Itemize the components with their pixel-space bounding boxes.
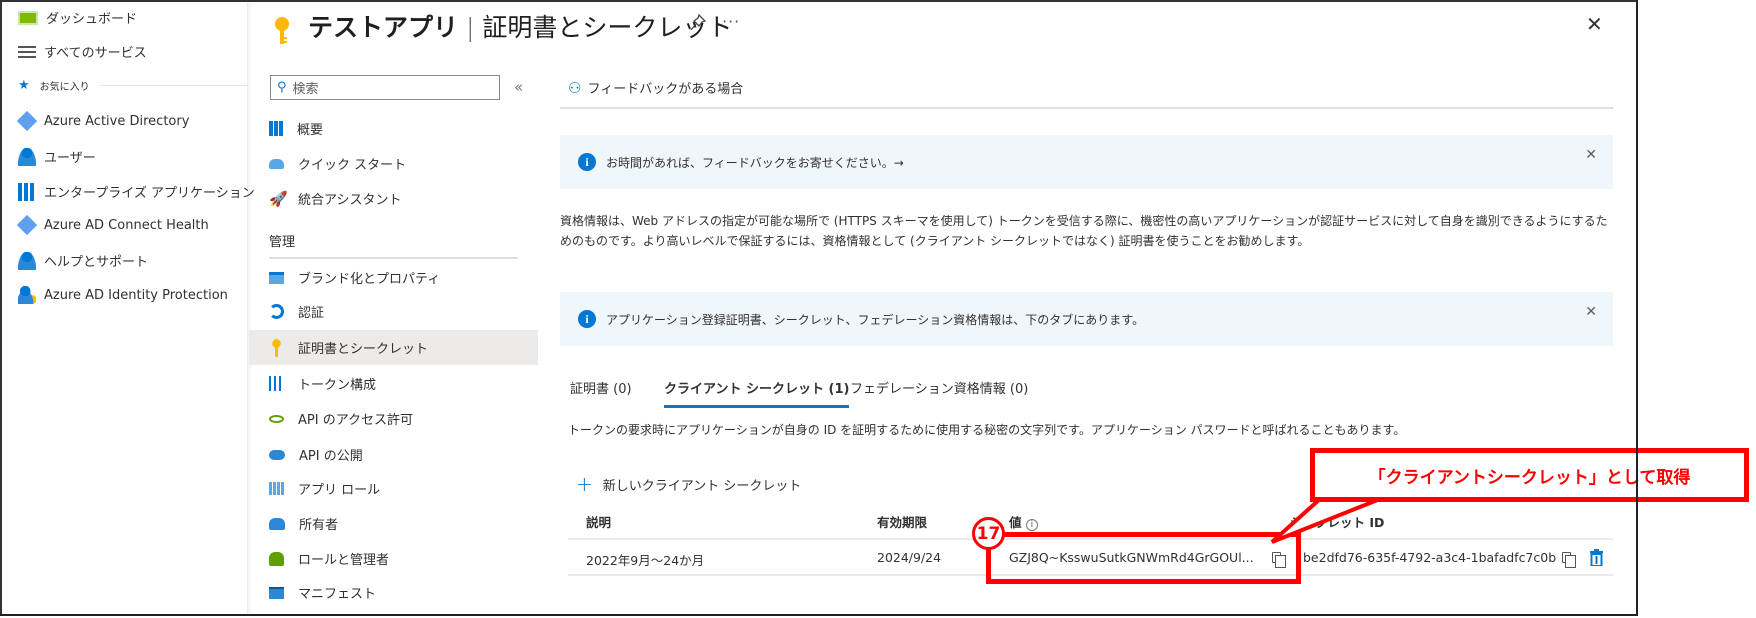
cell-description: 2022年9月～24か月 [586,553,705,568]
cell-secret-id: be2dfd76-635f-4792-a3c4-1bafadfc7c0b [1303,550,1557,565]
search-icon: ⚲ [277,80,287,95]
tab-description: トークンの要求時にアプリケーションが自身の ID を証明するために使用する秘密の… [568,423,1406,437]
menu-item-token-config[interactable]: トークン構成 [249,366,538,401]
step-badge: 17 [972,517,1005,550]
enterprise-apps-icon [18,182,36,201]
feedback-info-banner: i お時間があれば、フィードバックをお寄せください。→ ✕ [560,135,1613,189]
identity-protection-icon [18,286,36,304]
favorites-header: ★ お気に入り [18,78,248,93]
authentication-icon [269,304,284,319]
feedback-icon: ⚇ [568,78,582,97]
app-roles-icon [269,482,284,495]
info-icon: i [578,153,596,171]
page-title: テストアプリ | 証明書とシークレット [308,13,733,42]
azure-ad-icon [16,110,38,132]
tabs-info-banner: i アプリケーション登録証明書、シークレット、フェデレーション資格情報は、下のタ… [560,292,1613,346]
feedback-button[interactable]: ⚇ フィードバックがある場合 [568,78,743,98]
menu-item-api-permissions[interactable]: API のアクセス許可 [249,401,538,436]
owners-icon [269,517,285,530]
menu-item-quickstart[interactable]: クイック スタート [249,146,538,181]
menu-item-branding[interactable]: ブランド化とプロパティ [249,260,538,295]
star-icon: ★ [18,78,30,93]
nav-item-users[interactable]: ユーザー [18,147,96,166]
annotation-callout: 「クライアントシークレット」として取得 [1310,448,1749,502]
credentials-description: 資格情報は、Web アドレスの指定が可能な場所で (HTTPS スキーマを使用し… [560,214,1608,248]
column-header-description: 説明 [586,515,612,530]
dismiss-banner-icon[interactable]: ✕ [1585,304,1597,320]
annotation-highlight-box [986,532,1301,584]
collapse-menu-icon[interactable]: « [514,78,523,96]
branding-icon [269,271,284,284]
menu-item-certificates-secrets[interactable]: 証明書とシークレット [249,330,538,365]
more-options-icon[interactable]: ··· [722,12,740,31]
menu-item-owners[interactable]: 所有者 [249,506,538,541]
tab-federated-credentials[interactable]: フェデレーション資格情報 (0) [850,378,1028,405]
menu-item-roles-admins[interactable]: ロールと管理者 [249,541,538,576]
nav-item-enterprise-apps[interactable]: エンタープライズ アプリケーション [18,182,255,201]
token-config-icon [269,376,284,391]
tab-client-secrets[interactable]: クライアント シークレット (1) [664,378,850,408]
expose-api-icon [269,449,285,460]
menu-item-manifest[interactable]: マニフェスト [249,575,538,610]
api-permissions-icon [269,414,284,423]
nav-item-help-support[interactable]: ヘルプとサポート [18,251,148,270]
quickstart-icon [269,158,284,169]
tab-certificates[interactable]: 証明書 (0) [570,378,632,405]
delete-icon[interactable] [1590,549,1603,570]
menu-item-integration-assistant[interactable]: 🚀 統合アシスタント [249,181,538,216]
pin-icon[interactable] [690,13,707,36]
menu-item-expose-api[interactable]: API の公開 [249,437,538,472]
help-support-icon [18,251,36,270]
plus-icon: + [576,472,593,496]
nav-item-identity-protection[interactable]: Azure AD Identity Protection [18,286,228,304]
key-icon [269,338,284,357]
rocket-icon: 🚀 [269,189,288,208]
list-icon [18,45,36,58]
menu-item-overview[interactable]: 概要 [249,111,538,146]
connect-health-icon [16,214,38,236]
close-icon[interactable]: ✕ [1586,12,1603,36]
user-icon [18,147,36,166]
menu-item-authentication[interactable]: 認証 [249,294,538,329]
dashboard-icon [18,10,38,25]
menu-search-input[interactable]: ⚲ 検索 [270,75,500,100]
nav-item-azure-ad[interactable]: Azure Active Directory [16,110,189,132]
manifest-icon [269,586,284,599]
column-header-expires: 有効期限 [877,515,928,530]
column-header-value: 値 i [1009,512,1038,531]
nav-item-dashboard[interactable]: ダッシュボード [18,8,137,27]
toolbar-divider [560,107,1613,109]
nav-item-connect-health[interactable]: Azure AD Connect Health [16,214,209,236]
info-icon: i [578,310,596,328]
left-nav: ダッシュボード すべてのサービス ★ お気に入り Azure Active Di… [2,2,255,614]
dismiss-banner-icon[interactable]: ✕ [1585,147,1597,163]
callout-pointer [1270,496,1381,544]
copy-secret-id-icon[interactable] [1562,552,1576,568]
window-right-border [1636,0,1638,616]
section-header-manage: 管理 [269,235,296,250]
key-icon [273,16,291,46]
cell-expires: 2024/9/24 [877,550,942,565]
nav-item-all-services[interactable]: すべてのサービス [18,42,147,61]
roles-admins-icon [269,551,284,566]
overview-icon [269,121,283,136]
new-client-secret-button[interactable]: + 新しいクライアント シークレット [576,472,801,496]
info-icon[interactable]: i [1025,519,1038,531]
window-bottom-border [0,614,1637,616]
menu-item-app-roles[interactable]: アプリ ロール [249,471,538,506]
section-divider [269,257,518,259]
